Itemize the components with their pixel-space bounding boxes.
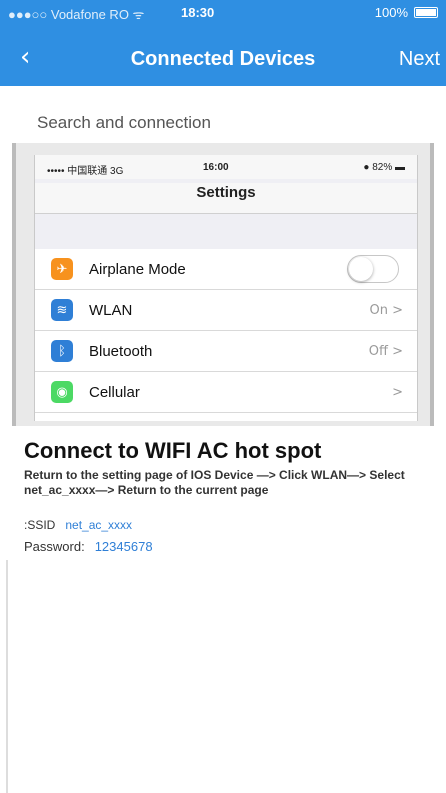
password-row: Password: 12345678 (24, 539, 153, 554)
password-value: 12345678 (94, 539, 153, 554)
inner-battery: ● 82% ▬ (363, 162, 405, 173)
airplane-icon: ✈ (51, 258, 73, 280)
settings-row-value: > (392, 384, 403, 400)
settings-row-airplane: ✈ Airplane Mode (35, 249, 417, 290)
airplane-toggle (347, 255, 399, 283)
settings-row-label: Airplane Mode (89, 260, 186, 278)
page-title: Connected Devices (130, 48, 316, 70)
nav-bar: ‹ Connected Devices Next (0, 36, 446, 80)
ssid-label: :SSID (24, 518, 56, 532)
instructions-body: Return to the setting page of IOS Device… (24, 468, 405, 497)
next-button[interactable]: Next (399, 48, 440, 71)
section-title: Search and connection (37, 113, 211, 132)
battery-status: 100% (375, 5, 438, 20)
status-bar: ●●●○○ Vodafone RO ᯤ 18:30 100% (0, 0, 446, 24)
settings-row-cellular: ◉ Cellular > (35, 372, 417, 413)
phone-settings-illustration: ••••• 中国联通 3G 16:00 ● 82% ▬ Settings ✈ A… (34, 155, 418, 421)
inner-carrier: ••••• 中国联通 3G (47, 166, 124, 177)
password-label: Password: (24, 539, 85, 554)
header: ●●●○○ Vodafone RO ᯤ 18:30 100% ‹ Connect… (0, 0, 446, 86)
bluetooth-icon: ᛒ (51, 340, 73, 362)
inner-time: 16:00 (203, 162, 229, 173)
instructions-title: Connect to WIFI AC hot spot (24, 438, 322, 463)
settings-row-value: On > (369, 302, 404, 318)
settings-row-label: WLAN (89, 301, 133, 319)
wifi-icon: ≋ (51, 299, 73, 321)
settings-row-label: Cellular (89, 383, 140, 401)
inner-settings-title: Settings (35, 183, 417, 214)
battery-icon (414, 7, 438, 18)
status-time: 18:30 (181, 5, 215, 20)
settings-row-value: Off > (368, 343, 403, 359)
cellular-icon: ◉ (51, 381, 73, 403)
settings-row-bluetooth: ᛒ Bluetooth Off > (35, 331, 417, 372)
ssid-value: net_ac_xxxx (65, 518, 133, 532)
settings-list: ✈ Airplane Mode ≋ WLAN On > ᛒ Bluetooth … (35, 249, 417, 421)
divider (6, 560, 8, 793)
settings-row-label: Bluetooth (89, 342, 153, 360)
settings-row-wlan: ≋ WLAN On > (35, 290, 417, 331)
battery-percent: 100% (374, 5, 408, 20)
ssid-row: :SSID net_ac_xxxx (24, 518, 132, 532)
settings-row-partial (35, 413, 417, 421)
carrier-label: ●●●○○ Vodafone RO ᯤ (8, 7, 145, 22)
inner-status-bar: ••••• 中国联通 3G 16:00 ● 82% ▬ (35, 155, 417, 179)
